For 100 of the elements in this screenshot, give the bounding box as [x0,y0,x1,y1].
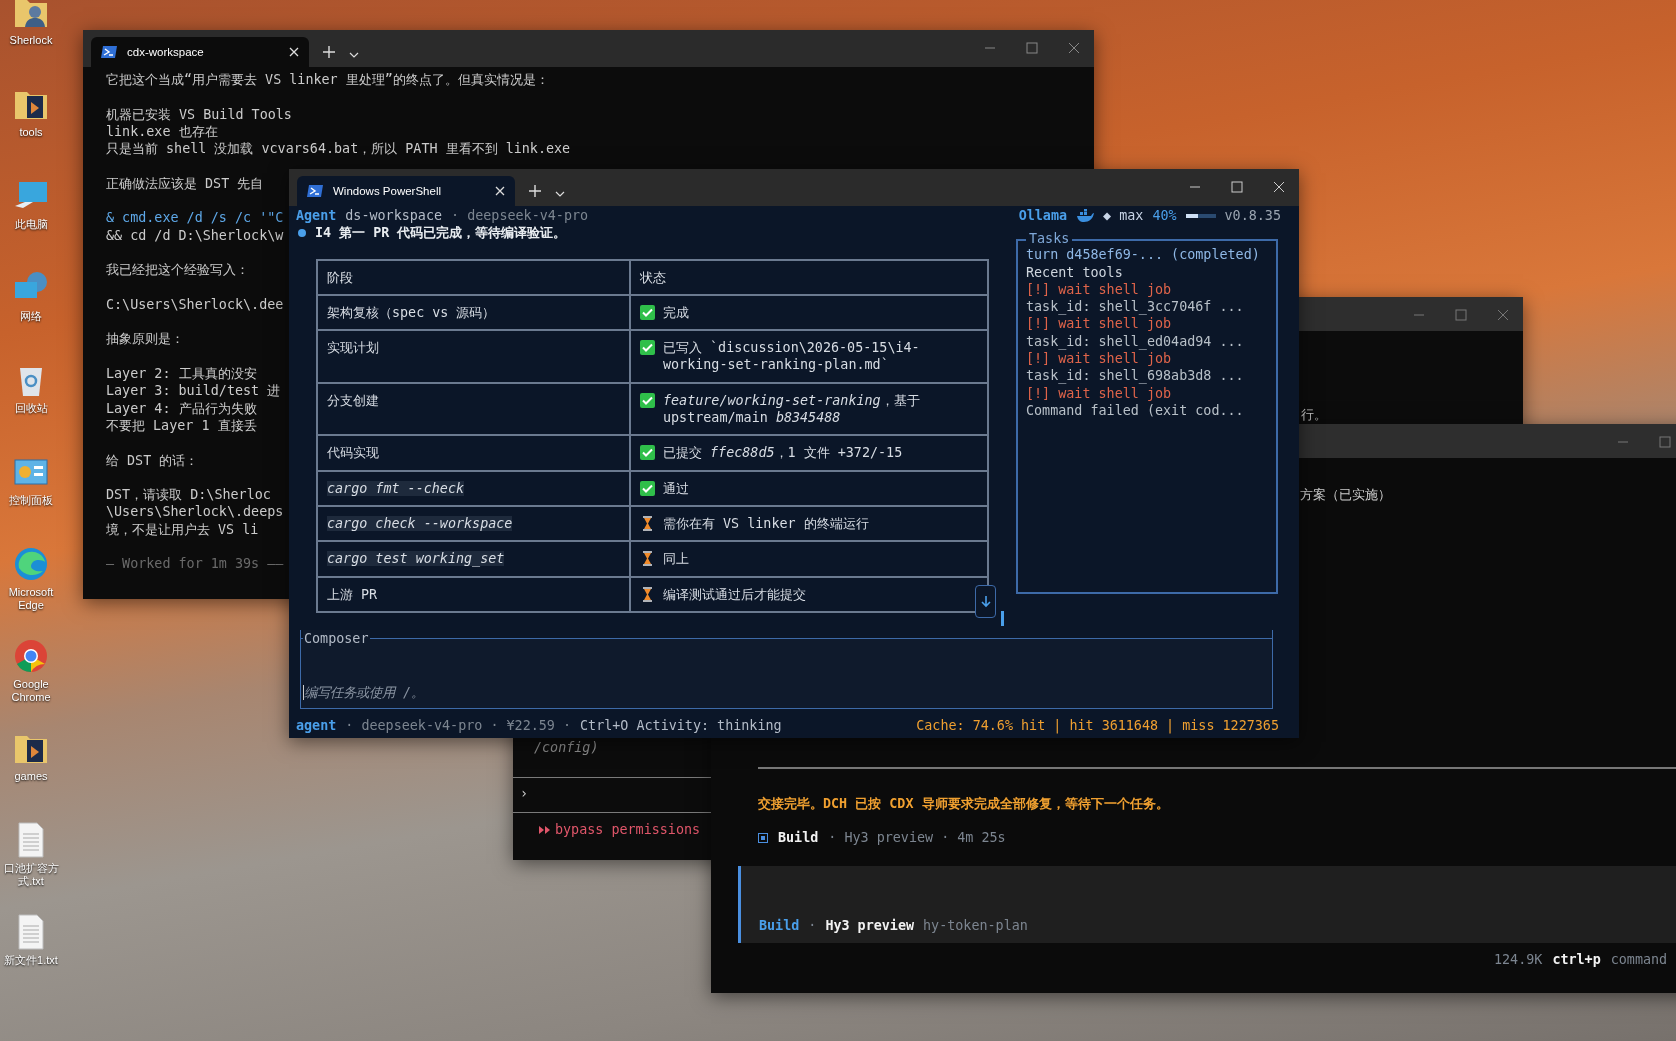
dropdown-icon[interactable] [349,52,359,58]
check-icon [640,392,655,408]
warning-entry: [!] wait shell job [1026,350,1173,368]
terminal-line: Layer 4: 产品行为失败 [106,399,257,417]
new-tab-icon[interactable] [529,185,541,197]
terminal-line: Layer 2: 工具真的没安 [106,365,257,383]
mode-label: agent [296,717,337,735]
mode-label: Agent [296,207,337,225]
terminal-line: 给 DST 的话： [106,451,199,469]
terminal-line: C:\Users\Sherlock\.dee [106,295,284,314]
task-detail: task_id: shell_ed04ad94 ... [1026,332,1245,351]
table-cell-text: 已写入 `discussion\2026-05-15\i4-working-set-ranking-plan.md` [663,339,921,374]
desktop-icon-label: Google Chrome [10,678,52,704]
terminal-line: link.exe 也存在 [106,122,218,141]
check-icon [640,304,655,320]
square-icon [758,832,768,843]
composer-input[interactable]: 编写任务或使用 /。 [303,685,804,701]
terminal-tab[interactable]: cdx-workspace [91,37,309,67]
double-arrow-icon [539,824,551,835]
terminal-line: Layer 3: build/test 进 [106,382,281,400]
table-cell: cargo test working_set [327,551,505,567]
warning-entry: [!] wait shell job [1026,280,1173,299]
scroll-down-button[interactable] [975,585,996,618]
provider-label: Ollama [1018,207,1068,225]
terminal-line: 我已经把这个经验写入： [106,261,249,279]
hourglass-icon [640,515,655,531]
down-arrow-icon [980,595,991,608]
table-cell-text: feature/working-set-ranking，基于 upstream/main b8345488 [663,391,921,427]
maximize-icon[interactable] [1231,181,1243,193]
terminal-line: 它把这个当成“用户需要去 VS linker 里处理”的终点了。但真实情况是： [106,71,549,89]
terminal-line: \Users\Sherlock\.deeps [106,503,284,521]
task-detail: task_id: shell_3cc7046f ... [1026,298,1245,316]
token-count: 124.9K [1494,952,1543,967]
meta-text: · deepseek-v4-pro [451,207,589,225]
shortcut-key: ctrl+p [1552,952,1601,967]
terminal-line: 正确做法应该是 DST 先自 [106,174,264,193]
whale-icon [1076,208,1095,223]
table-cell: 完成 [663,303,689,322]
maximize-icon[interactable] [1026,42,1038,54]
terminal-icon [101,45,117,59]
table-cell: cargo check --workspace [327,515,513,531]
terminal-line: && cd /d D:\Sherlock\w [106,226,284,244]
table-cell: 实现计划 [327,340,379,356]
input-field[interactable]: Build · Hy3 preview hy-token-plan [738,866,1676,943]
table-cell: 架构复核（spec vs 源码） [327,304,496,320]
warning-entry: [!] wait shell job [1026,315,1173,333]
warning-entry: [!] wait shell job [1026,384,1173,402]
agent-message: I4 第一 PR 代码已完成，等待编译验证。 [315,224,567,242]
new-tab-icon[interactable] [323,46,335,58]
table-cell: 分支创建 [327,392,379,408]
desktop-icon-label: Sherlock [9,34,53,47]
table-cell: 上游 PR [327,586,378,602]
hourglass-icon [640,586,655,602]
dropdown-icon[interactable] [555,191,565,197]
table-header: 状态 [631,260,989,296]
terminal-line: 境，不是让用户去 VS li [106,520,259,538]
command-line: & cmd.exe /d /s /c '"C [106,209,284,227]
shortcut-label: command [1610,952,1668,967]
hourglass-icon [640,551,655,567]
handoff-message: 交接完毕。DCH 已按 CDX 导师要求完成全部修复，等待下一个任务。 [758,795,1169,813]
task-detail: task_id: shell_698ab3d8 ... [1026,367,1245,385]
context-meter [1185,213,1216,218]
terminal-line: 抽象原则是： [106,330,184,348]
close-icon[interactable] [1273,181,1285,193]
prompt-input[interactable]: › [520,785,529,802]
maximize-icon[interactable] [1659,436,1671,448]
table-header: 阶段 [318,260,631,296]
table-cell: 需你在有 VS linker 的终端运行 [663,514,869,533]
task-detail: Command failed (exit cod... [1026,401,1245,420]
effort-label: ◆ max [1103,207,1144,225]
desktop-icon-label: 回收站 [14,402,48,415]
terminal-tab[interactable]: Windows PowerShell [297,176,515,206]
table-cell: 代码实现 [327,445,379,461]
table-cell: 编译测试通过后才能提交 [663,585,806,603]
terminal-icon [307,184,323,198]
status-line: — Worked for 1m 39s —— [106,555,284,573]
table-cell: cargo fmt --check [327,480,465,496]
meta-text: · deepseek-v4-pro · ¥22.59 · [345,717,572,735]
scrollbar-thumb[interactable] [1001,611,1004,626]
terminal-line: /config) [534,739,599,756]
cache-stats: Cache: 74.6% hit | hit 3611648 | miss 1227365 [916,717,1279,735]
meta-text: ds-workspace [345,207,443,225]
panel-title: Composer [303,630,370,648]
desktop-icon-label: tools [19,126,43,139]
meta-text: · Hy3 preview · 4m 25s [828,830,1006,845]
terminal-line: 行。 [1301,406,1327,423]
terminal-line: 不要把 Layer 1 直接丢 [106,416,257,435]
check-icon [640,445,655,461]
context-percent: 40% [1152,207,1177,225]
check-icon [640,480,655,496]
meta-text: Ctrl+O Activity: thinking [580,717,782,735]
desktop-icon-label: 网络 [20,310,42,323]
section-heading: Recent tools [1026,263,1124,281]
permission-mode: bypass permissions [555,821,701,838]
table-cell: 通过 [663,479,689,497]
terminal-line: 机器已安装 VS Build Tools [106,105,292,123]
terminal-line: 只是当前 shell 没加载 vcvars64.bat，所以 PATH 里看不到 link.exe [106,140,571,158]
terminal-line: DST，请读取 D:\Sherloc [106,486,271,504]
task-turn: turn d458ef69-... (completed) [1026,246,1261,264]
maximize-icon[interactable] [1455,309,1467,321]
